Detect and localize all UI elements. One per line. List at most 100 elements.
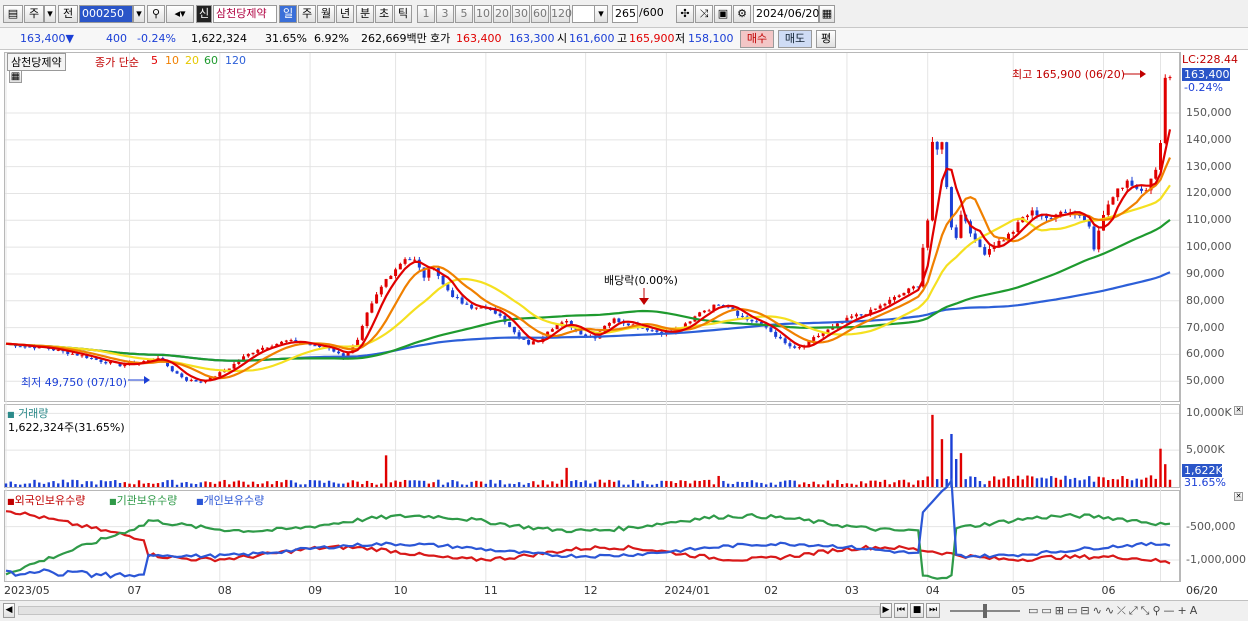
- volume-bar: [603, 482, 606, 487]
- candle-body: [356, 339, 360, 346]
- volume-bar: [123, 482, 126, 487]
- candle-body: [717, 304, 721, 306]
- volume-bar: [1083, 479, 1086, 487]
- last-icon[interactable]: ⏭: [926, 603, 940, 618]
- volume-axis-tick: 10,000K: [1186, 406, 1232, 420]
- volume-bar: [684, 480, 687, 487]
- price-axis-tick: 110,000: [1186, 213, 1232, 227]
- volume-bar: [650, 484, 654, 487]
- volume-bar: [285, 479, 288, 487]
- x-axis-tick: 07: [127, 584, 142, 597]
- candle-body: [289, 340, 293, 342]
- volume-bar: [855, 484, 858, 487]
- volume-bar: [323, 482, 326, 487]
- candle-body: [935, 141, 939, 150]
- stop-icon[interactable]: ■: [910, 603, 924, 618]
- volume-bar: [327, 480, 331, 487]
- volume-bar: [997, 479, 1001, 487]
- volume-bar: [717, 475, 720, 487]
- price-axis-tick: 120,000: [1186, 186, 1232, 200]
- volume-bar: [99, 480, 103, 487]
- candle-body: [797, 347, 801, 349]
- chart-canvas[interactable]: [0, 0, 1248, 600]
- volume-bar: [14, 484, 17, 487]
- volume-bar: [1016, 475, 1020, 487]
- candle-body: [71, 353, 75, 355]
- candle-body: [446, 284, 450, 291]
- volume-bar: [845, 483, 849, 487]
- volume-bar: [612, 481, 616, 487]
- volume-bar: [826, 480, 830, 487]
- volume-bar: [783, 480, 787, 487]
- volume-bar: [1007, 476, 1010, 487]
- candle-body: [284, 340, 288, 342]
- volume-bar: [750, 480, 754, 487]
- volume-bar: [489, 479, 492, 487]
- candle-body: [1116, 188, 1120, 198]
- candle-body: [370, 303, 374, 313]
- candle-body: [983, 247, 987, 255]
- drawing-tools-icons[interactable]: ▭▭⊞▭⊟∿∿⤫⤢⤡⚲—+A: [1028, 604, 1200, 618]
- volume-bar: [52, 481, 55, 487]
- volume-bar: [152, 483, 155, 487]
- legend-individual-text: 개인보유수량: [203, 494, 265, 507]
- scroll-right-icon[interactable]: ▶: [880, 603, 892, 618]
- volume-bar: [570, 481, 573, 487]
- volume-bar: [788, 480, 792, 487]
- volume-bar: [408, 480, 412, 487]
- candle-body: [911, 286, 915, 289]
- candle-body: [565, 321, 569, 323]
- volume-bar: [1154, 478, 1157, 487]
- holding-close-icon[interactable]: ✕: [1234, 492, 1243, 501]
- x-axis-tick: 09: [308, 584, 323, 597]
- zoom-slider-handle[interactable]: [983, 604, 987, 618]
- candle-body: [774, 331, 778, 337]
- volume-bar: [574, 480, 578, 487]
- first-icon[interactable]: ⏮: [894, 603, 908, 618]
- min-price-label: 최저 49,750 (07/10): [21, 376, 128, 389]
- volume-bar: [33, 479, 36, 487]
- volume-bar: [399, 481, 402, 487]
- scrollbar-track[interactable]: [18, 606, 880, 615]
- volume-bar: [361, 484, 364, 487]
- volume-bar: [484, 483, 488, 487]
- volume-bar: [1097, 476, 1100, 487]
- volume-bar: [498, 480, 502, 487]
- volume-bar: [133, 484, 136, 487]
- individual-holding-line: [5, 477, 1171, 579]
- volume-bar: [631, 479, 635, 487]
- price-axis-tick: 150,000: [1186, 106, 1232, 119]
- candle-body: [527, 339, 531, 345]
- volume-bar: [375, 484, 378, 487]
- volume-bar: [1073, 477, 1077, 487]
- x-axis-tick: 06/20: [1186, 584, 1218, 597]
- ma120-label[interactable]: 120: [225, 54, 246, 67]
- volume-bar: [223, 479, 226, 487]
- candle-body: [1163, 77, 1167, 144]
- holding-axis-tick: -500,000: [1186, 519, 1236, 533]
- volume-bar: [465, 484, 469, 487]
- candle-body: [850, 316, 854, 318]
- volume-bar: [1026, 475, 1029, 487]
- x-axis-tick: 08: [217, 584, 232, 597]
- volume-bar: [1126, 478, 1129, 487]
- stock-tab[interactable]: 삼천당제약: [7, 53, 66, 71]
- candle-body: [707, 310, 711, 312]
- last-price-tag: 163,400: [1182, 68, 1230, 81]
- ma5-label[interactable]: 5: [151, 54, 158, 67]
- volume-bar: [451, 480, 454, 487]
- candle-body: [816, 335, 820, 338]
- volume-bar: [394, 480, 397, 487]
- scroll-left-icon[interactable]: ◀: [3, 603, 15, 618]
- candle-body: [978, 239, 982, 248]
- candle-body: [498, 313, 502, 316]
- ma10-label[interactable]: 10: [165, 54, 179, 67]
- ma20-line: [5, 184, 1171, 372]
- volume-close-icon[interactable]: ✕: [1234, 406, 1243, 415]
- table-icon[interactable]: ▦: [9, 70, 22, 83]
- volume-bar: [793, 480, 796, 487]
- ma60-label[interactable]: 60: [204, 54, 218, 67]
- volume-bar: [893, 482, 896, 487]
- ma20-label[interactable]: 20: [185, 54, 199, 67]
- volume-bar: [1035, 478, 1039, 487]
